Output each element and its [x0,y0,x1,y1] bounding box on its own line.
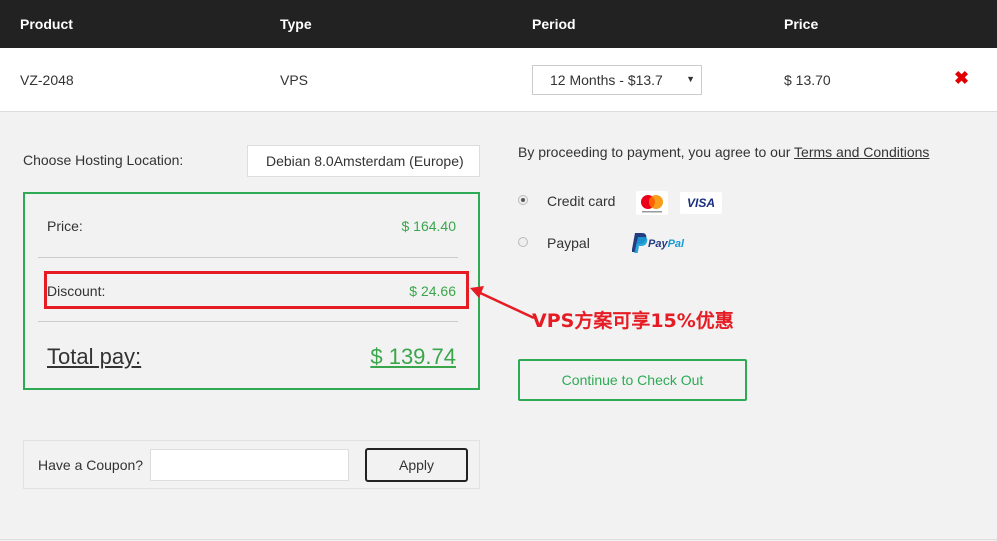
caret-down-icon: ▼ [686,74,695,84]
price-value: $ 164.40 [401,218,457,234]
terms-prefix: By proceeding to payment, you agree to o… [518,144,795,160]
paypal-wordmark-pay: Pay [648,238,668,250]
paypal-label[interactable]: Paypal [547,235,590,251]
discount-label: Discount: [47,283,106,299]
paypal-logo-mark [631,233,648,253]
order-summary: Price: $ 164.40 Discount: $ 24.66 Total … [23,192,480,390]
credit-card-radio[interactable] [518,195,528,205]
paypal-radio[interactable] [518,237,528,247]
apply-button[interactable]: Apply [365,448,468,482]
coupon-label: Have a Coupon? [38,457,144,473]
terms-text: By proceeding to payment, you agree to o… [518,144,929,160]
location-select[interactable]: Debian 8.0Amsterdam (Europe) [247,145,480,177]
discount-row: Discount: $ 24.66 [47,283,456,299]
column-header-price: Price [784,16,819,32]
column-header-product: Product [20,16,73,32]
paypal-wordmark-pal: Pal [667,238,685,250]
price-row: Price: $ 164.40 [47,218,456,234]
coupon-panel: Have a Coupon? Apply [23,440,480,489]
paypal-wordmark: PayPal [648,238,684,250]
table-header: Product Type Period Price [0,0,997,48]
period-select[interactable]: 12 Months - $13.7 ▼ [532,65,702,95]
price-label: Price: [47,218,83,234]
table-row: VZ-2048 VPS 12 Months - $13.7 ▼ $ 13.70 … [0,48,997,112]
terms-link[interactable]: Terms and Conditions [794,144,929,160]
total-label: Total pay: [47,344,142,369]
annotation-arrow-icon [470,286,535,320]
column-header-type: Type [280,16,312,32]
location-label: Choose Hosting Location: [23,152,184,168]
credit-card-label[interactable]: Credit card [547,193,615,209]
discount-value: $ 24.66 [409,283,456,299]
location-select-value: Debian 8.0Amsterdam (Europe) [266,153,464,169]
close-icon[interactable]: ✖ [954,68,969,89]
product-price: $ 13.70 [784,72,831,88]
coupon-input[interactable] [150,449,349,481]
product-type: VPS [280,72,309,88]
summary-divider [38,257,458,258]
column-header-period: Period [532,16,576,32]
total-value: $ 139.74 [370,344,456,369]
period-select-value: 12 Months - $13.7 [550,72,663,88]
product-name: VZ-2048 [20,72,74,88]
visa-icon: VISA [680,192,722,214]
annotation-text: VPS方案可享15%优惠 [532,310,734,332]
summary-divider [38,321,458,322]
bottom-divider [0,539,997,540]
checkout-button[interactable]: Continue to Check Out [518,359,747,401]
mastercard-icon [636,191,668,215]
paypal-icon: PayPal [631,232,696,256]
